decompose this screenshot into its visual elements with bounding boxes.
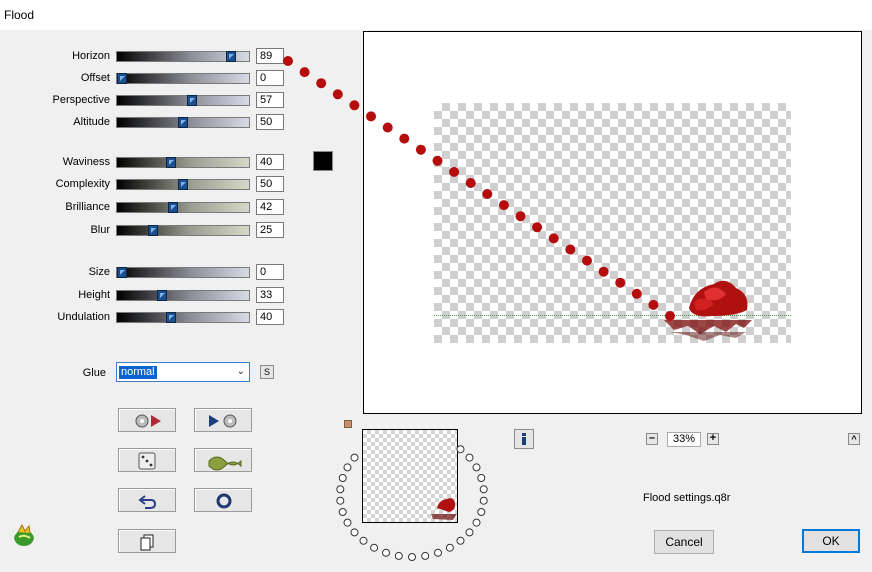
ring-dot	[343, 463, 352, 472]
collapse-icon[interactable]: ^	[848, 433, 860, 445]
ring-dot	[456, 536, 465, 545]
ring-dot	[477, 474, 486, 482]
ring-dot	[479, 496, 488, 505]
ring-dot	[465, 528, 474, 537]
logo-icon	[10, 522, 38, 550]
zoom-out-icon[interactable]: –	[646, 433, 658, 445]
info-button[interactable]	[514, 429, 534, 449]
ring-dot	[445, 543, 454, 552]
ring-dot	[382, 548, 390, 557]
ring-dot	[338, 508, 347, 516]
zoom-level: 33%	[667, 432, 701, 447]
ok-button[interactable]: OK	[802, 529, 860, 553]
zoom-in-icon[interactable]: +	[707, 433, 719, 445]
ring-dot	[472, 518, 481, 527]
ring-dot	[472, 463, 481, 472]
ring-dot	[456, 445, 465, 454]
navigator-ring	[336, 445, 488, 561]
info-icon	[522, 433, 526, 445]
ring-dot	[408, 553, 416, 561]
ring-dot	[421, 551, 430, 560]
ring-dot	[394, 551, 403, 560]
ring-dot	[434, 548, 442, 557]
ring-dot	[338, 474, 347, 482]
ring-dot	[477, 508, 486, 516]
ring-dot	[336, 496, 345, 505]
ring-dot	[350, 528, 359, 537]
ring-dot	[350, 453, 359, 462]
ring-dot	[336, 485, 345, 494]
settings-filename: Flood settings.q8r	[643, 492, 731, 504]
cancel-button[interactable]: Cancel	[654, 530, 714, 554]
ring-dot	[465, 453, 474, 462]
ring-dot	[359, 536, 368, 545]
ring-dot	[343, 518, 352, 527]
ring-dot	[370, 543, 379, 552]
ring-dot	[479, 485, 488, 494]
